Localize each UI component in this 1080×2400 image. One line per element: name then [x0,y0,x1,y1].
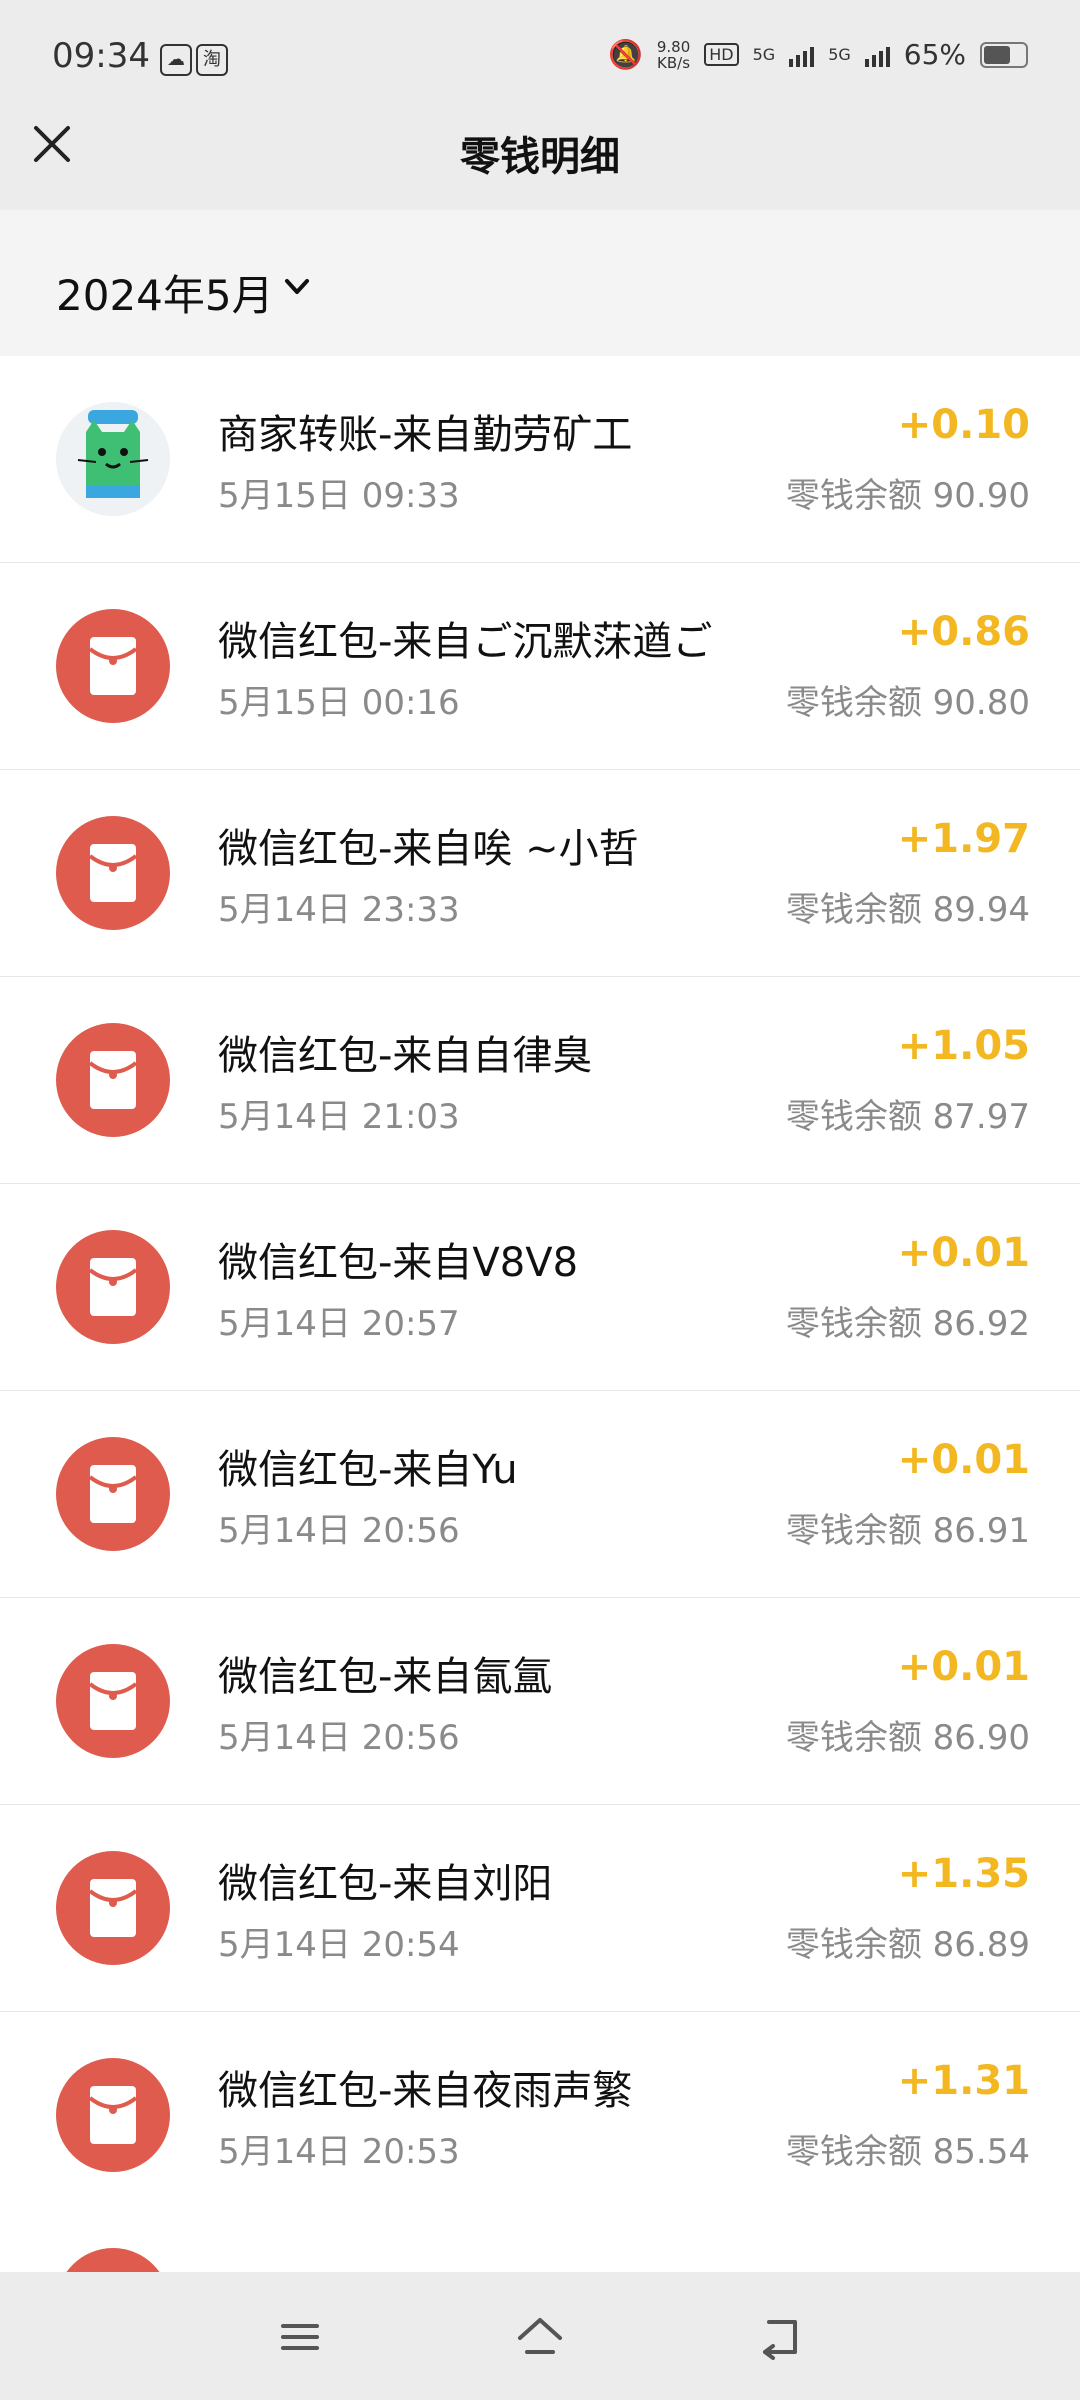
red-envelope-icon [88,1051,138,1109]
red-envelope-avatar [56,2058,170,2172]
transaction-amount: +0.01 [897,1230,1030,1276]
red-envelope-icon [88,2086,138,2144]
transaction-time: 5月14日 23:33 [218,890,460,930]
transaction-amount: +1.35 [897,1851,1030,1897]
transaction-row[interactable]: 商家转账-来自勤劳矿工 5月15日 09:33 +0.10 零钱余额 90.90 [0,356,1080,563]
back-button[interactable] [755,2312,805,2362]
transaction-title: 商家转账-来自勤劳矿工 [218,412,633,458]
transaction-list: 商家转账-来自勤劳矿工 5月15日 09:33 +0.10 零钱余额 90.90… [0,356,1080,2219]
transaction-row[interactable]: 微信红包-来自氤氲 5月14日 20:56 +0.01 零钱余额 86.90 [0,1598,1080,1805]
red-envelope-avatar [56,1851,170,1965]
month-selector[interactable]: 2024年5月 [56,262,274,323]
transaction-balance: 零钱余额 86.92 [785,1304,1030,1344]
transaction-balance: 零钱余额 85.54 [785,2132,1030,2172]
transaction-row[interactable]: 微信红包-来自夜雨声繁 5月14日 20:53 +1.31 零钱余额 85.54 [0,2012,1080,2219]
red-envelope-avatar [56,1437,170,1551]
transaction-row-partial [0,2212,1080,2272]
net-speed-unit: KB/s [657,53,691,72]
red-envelope-avatar [56,1644,170,1758]
menu-button[interactable] [275,2312,325,2362]
red-envelope-icon [88,1258,138,1316]
signal-icon [864,43,890,67]
red-envelope-avatar [56,1023,170,1137]
transaction-title: 微信红包-来自自律臭 [218,1033,593,1079]
transaction-time: 5月14日 20:56 [218,1511,460,1551]
merchant-cat-avatar [56,402,170,516]
signal-icon [789,43,815,67]
transaction-time: 5月14日 20:56 [218,1718,460,1758]
transaction-amount: +1.97 [897,816,1030,862]
red-envelope-avatar [56,816,170,930]
red-envelope-avatar [56,1230,170,1344]
transaction-time: 5月14日 20:57 [218,1304,460,1344]
status-bar: 09:34 ☁ 淘 🔕 9.80 KB/s HD 5G 5G 65% [0,0,1080,118]
transaction-time: 5月15日 00:16 [218,683,460,723]
transaction-row[interactable]: 微信红包-来自刘阳 5月14日 20:54 +1.35 零钱余额 86.89 [0,1805,1080,2012]
home-button[interactable] [515,2312,565,2362]
chevron-down-icon[interactable] [282,272,312,302]
hd-icon: HD [704,43,739,66]
transaction-row[interactable]: 微信红包-来自V8V8 5月14日 20:57 +0.01 零钱余额 86.92 [0,1184,1080,1391]
red-envelope-avatar [56,609,170,723]
transaction-time: 5月14日 20:53 [218,2132,460,2172]
transaction-amount: +0.01 [897,1644,1030,1690]
transaction-balance: 零钱余额 87.97 [785,1097,1030,1137]
red-envelope-icon [88,1672,138,1730]
cat-icon [56,402,170,516]
red-envelope-icon [88,844,138,902]
transaction-title: 微信红包-来自ご沉默莯遒ご [218,619,713,665]
transaction-amount: +0.10 [897,402,1030,448]
battery-percent: 65% [903,38,966,71]
transaction-balance: 零钱余额 89.94 [785,890,1030,930]
sim1-label: 5G [752,45,776,64]
transaction-title: 微信红包-来自唉 ~小哲 [218,826,639,872]
transaction-title: 微信红包-来自氤氲 [218,1654,553,1700]
transaction-row[interactable]: 微信红包-来自自律臭 5月14日 21:03 +1.05 零钱余额 87.97 [0,977,1080,1184]
status-time: 09:34 [52,36,150,76]
status-indicators: 🔕 9.80 KB/s HD 5G 5G 65% [608,38,1028,71]
red-envelope-icon [88,637,138,695]
cloud-app-icon: ☁ [160,44,192,76]
red-envelope-icon [88,1879,138,1937]
red-envelope-icon [88,1465,138,1523]
transaction-title: 微信红包-来自Yu [218,1447,518,1493]
transaction-amount: +0.86 [897,609,1030,655]
transaction-row[interactable]: 微信红包-来自ご沉默莯遒ご 5月15日 00:16 +0.86 零钱余额 90.… [0,563,1080,770]
red-envelope-avatar [56,2248,170,2272]
transaction-row[interactable]: 微信红包-来自唉 ~小哲 5月14日 23:33 +1.97 零钱余额 89.9… [0,770,1080,977]
net-speed: 9.80 KB/s [657,39,690,71]
transaction-title: 微信红包-来自V8V8 [218,1240,579,1286]
transaction-amount: +1.05 [897,1023,1030,1069]
menu-icon [281,2324,319,2350]
transaction-row[interactable]: 微信红包-来自Yu 5月14日 20:56 +0.01 零钱余额 86.91 [0,1391,1080,1598]
transaction-time: 5月14日 20:54 [218,1925,460,1965]
back-icon [763,2320,797,2360]
transaction-amount: +1.31 [897,2058,1030,2104]
transaction-balance: 零钱余额 90.90 [785,476,1030,516]
transaction-balance: 零钱余额 86.91 [785,1511,1030,1551]
page-title: 零钱明细 [460,134,620,180]
home-icon [518,2318,562,2354]
transaction-balance: 零钱余额 86.90 [785,1718,1030,1758]
transaction-title: 微信红包-来自刘阳 [218,1861,553,1907]
mute-bell-icon: 🔕 [607,38,643,71]
transaction-time: 5月15日 09:33 [218,476,460,516]
sim2-label: 5G [828,45,851,64]
transaction-balance: 零钱余额 90.80 [785,683,1030,723]
transaction-time: 5月14日 21:03 [218,1097,460,1137]
taobao-app-icon: 淘 [196,44,228,76]
transaction-balance: 零钱余额 86.89 [785,1925,1030,1965]
transaction-title: 微信红包-来自夜雨声繁 [218,2068,633,2114]
system-nav-bar [0,2272,1080,2400]
battery-icon [980,41,1028,68]
transaction-amount: +0.01 [897,1437,1030,1483]
net-speed-value: 9.80 [656,37,691,56]
